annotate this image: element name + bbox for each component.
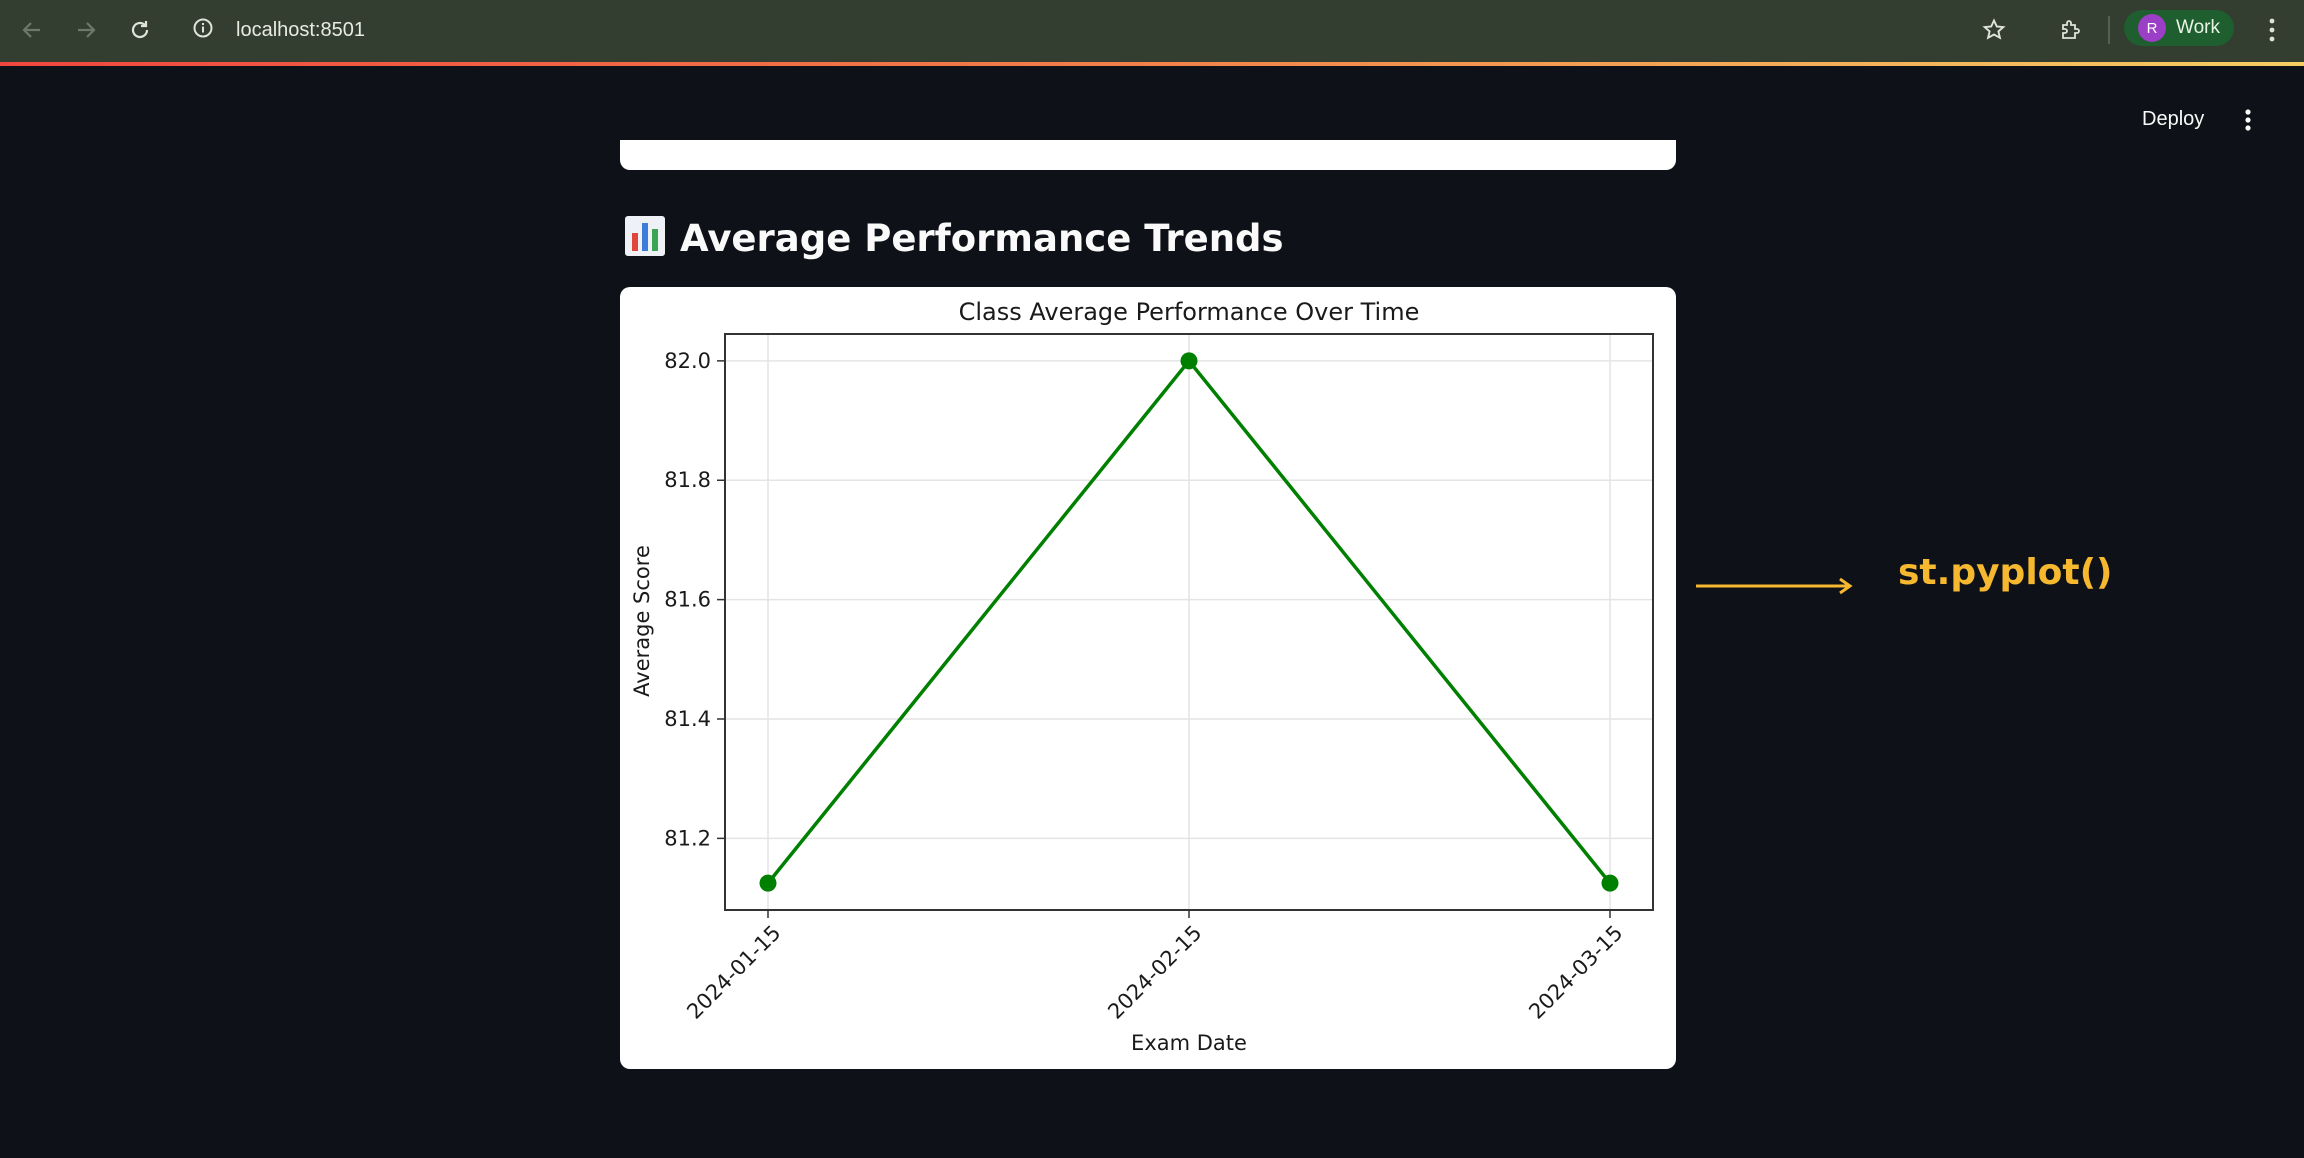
star-icon[interactable] bbox=[1974, 12, 2014, 48]
pyplot-chart-card: 81.2 81.4 81.6 81.8 82.0 2024-01-15 2024-02-15… bbox=[620, 287, 1676, 1069]
line-chart: 81.2 81.4 81.6 81.8 82.0 2024-01-15 2024-02-15… bbox=[630, 298, 1654, 1055]
deploy-button[interactable]: Deploy bbox=[2130, 98, 2216, 140]
avatar: R bbox=[2138, 14, 2166, 42]
chart-ticks: 81.2 81.4 81.6 81.8 82.0 2024-01-15 2024-02-15… bbox=[664, 349, 1627, 1024]
address-bar[interactable]: localhost:8501 bbox=[192, 12, 365, 48]
y-axis-label: Average Score bbox=[630, 545, 654, 697]
streamlit-decoration-bar bbox=[0, 62, 2304, 66]
profile-button[interactable]: R Work bbox=[2124, 10, 2234, 46]
extensions-icon[interactable] bbox=[2050, 12, 2090, 48]
bar-chart-icon bbox=[624, 215, 666, 261]
data-point bbox=[1180, 352, 1198, 370]
chart-title: Class Average Performance Over Time bbox=[959, 298, 1420, 326]
section-heading: Average Performance Trends bbox=[624, 206, 1284, 270]
data-point bbox=[759, 874, 777, 892]
data-point bbox=[1601, 874, 1619, 892]
browser-toolbar: localhost:8501 R Work bbox=[0, 0, 2304, 62]
x-tick-label: 2024-02-15 bbox=[1103, 921, 1206, 1024]
x-tick-label: 2024-01-15 bbox=[682, 921, 785, 1024]
url-text[interactable]: localhost:8501 bbox=[236, 19, 365, 42]
y-tick-label: 81.6 bbox=[664, 588, 711, 612]
section-title: Average Performance Trends bbox=[680, 216, 1284, 260]
y-tick-label: 81.2 bbox=[664, 826, 711, 850]
profile-label: Work bbox=[2176, 17, 2220, 38]
toolbar-divider bbox=[2108, 16, 2110, 44]
app-menu-icon[interactable] bbox=[2228, 100, 2268, 140]
y-tick-label: 82.0 bbox=[664, 349, 711, 373]
x-axis-label: Exam Date bbox=[1131, 1031, 1247, 1055]
chart-grid bbox=[725, 334, 1653, 910]
y-tick-label: 81.4 bbox=[664, 707, 711, 731]
previous-chart-card bbox=[620, 140, 1676, 170]
annotation-arrow bbox=[1696, 574, 1856, 602]
reload-icon[interactable] bbox=[120, 12, 160, 48]
back-arrow-icon[interactable] bbox=[12, 12, 52, 48]
x-tick-label: 2024-03-15 bbox=[1524, 921, 1627, 1024]
annotation-label: st.pyplot() bbox=[1898, 552, 2113, 593]
site-info-icon[interactable] bbox=[192, 17, 214, 43]
y-tick-label: 81.8 bbox=[664, 468, 711, 492]
forward-arrow-icon[interactable] bbox=[66, 12, 106, 48]
menu-kebab-icon[interactable] bbox=[2252, 12, 2292, 48]
